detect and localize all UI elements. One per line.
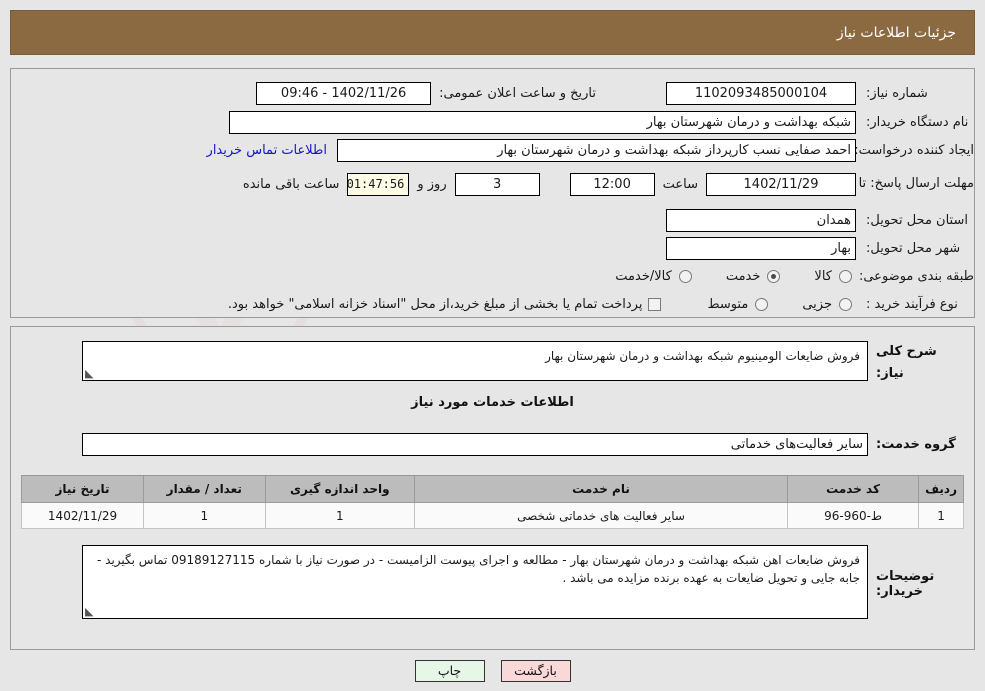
process-radio-group[interactable]: جزیی متوسط [677, 297, 856, 312]
category-label: طبقه بندی موضوعی: [858, 268, 974, 284]
category-label-1: خدمت [725, 268, 761, 284]
remaining-days-value: 3 [454, 172, 540, 196]
category-radio-0[interactable] [839, 269, 852, 283]
row-city: شهر محل تحویل: بهار [11, 235, 974, 261]
buyer-contact-link[interactable]: اطلاعات تماس خریدار [207, 143, 327, 158]
treasury-checkbox[interactable] [648, 297, 662, 311]
page-header: جزئیات اطلاعات نیاز [10, 10, 975, 55]
table-column-header: تعداد / مقدار [143, 475, 266, 503]
resize-grip-icon[interactable]: ◢ [85, 605, 95, 618]
services-heading: اطلاعات خدمات مورد نیاز [411, 395, 574, 410]
row-requester: ایجاد کننده درخواست: احمد صفایی نسب کارپ… [11, 137, 974, 163]
print-button[interactable]: چاپ [414, 659, 485, 682]
need-number-value: 1102093485000104 [666, 81, 856, 105]
service-group-value: سایر فعالیت‌های خدماتی [82, 433, 868, 456]
requester-value: احمد صفایی نسب کارپرداز شبکه بهداشت و در… [337, 138, 856, 162]
process-label: نوع فرآیند خرید : [866, 296, 958, 312]
table-column-header: کد خدمت [786, 475, 920, 503]
hour-label: ساعت [662, 176, 698, 192]
process-label-1: متوسط [707, 296, 749, 312]
category-label-2: کالا/خدمت [615, 268, 672, 284]
days-label: روز و [417, 176, 447, 192]
row-service-group: گروه خدمت: سایر فعالیت‌های خدماتی [21, 433, 964, 456]
process-label-0: جزیی [802, 296, 832, 312]
table-column-header: ردیف [918, 475, 964, 503]
category-radio-2[interactable] [678, 269, 692, 283]
buyer-org-value: شبکه بهداشت و درمان شهرستان بهار [229, 110, 856, 134]
deadline-label: مهلت ارسال پاسخ: تا تاریخ: [824, 176, 974, 191]
general-desc-value: فروش ضایعات الومینیوم شبکه بهداشت و درما… [545, 349, 860, 363]
countdown-timer: 01:47:56 [347, 172, 410, 196]
need-info-panel: شماره نیاز: 1102093485000104 تاریخ و ساع… [10, 68, 975, 318]
row-need-number: شماره نیاز: 1102093485000104 تاریخ و ساع… [11, 80, 974, 106]
table-row: 1 ط-960-96 سایر فعالیت های خدماتی شخصی 1 1 14… [20, 502, 964, 529]
category-radio-group[interactable]: کالا خدمت کالا/خدمت [585, 269, 856, 284]
process-option-1[interactable]: متوسط [707, 297, 772, 312]
table-column-header: تاریخ نیاز [20, 475, 145, 503]
row-province: استان محل تحویل: همدان [11, 207, 974, 233]
table-column-header: واحد اندازه گیری [264, 475, 416, 503]
resize-grip-icon[interactable]: ◢ [85, 367, 95, 380]
row-buyer-org: نام دستگاه خریدار: شبکه بهداشت و درمان ش… [11, 109, 974, 135]
services-table-wrapper: ردیف کد خدمت نام خدمت واحد اندازه گیری تعداد… [20, 475, 964, 529]
process-radio-0[interactable] [839, 297, 852, 311]
row-deadline: مهلت ارسال پاسخ: تا تاریخ: 1402/11/29 سا… [11, 169, 974, 199]
buyer-org-label: نام دستگاه خریدار: [866, 114, 969, 130]
treasury-note-label: پرداخت تمام یا بخشی از مبلغ خرید،از محل … [227, 296, 643, 312]
table-body: 1 ط-960-96 سایر فعالیت های خدماتی شخصی 1 1 14… [20, 502, 964, 529]
table-cell: ط-960-96 [786, 502, 920, 529]
need-details-panel: شرح کلی نیاز: فروش ضایعات الومینیوم شبکه… [10, 326, 975, 650]
page-title: جزئیات اطلاعات نیاز [836, 24, 956, 41]
buyer-notes-value: فروش ضایعات اهن شبکه بهداشت و درمان شهرس… [97, 553, 860, 585]
announce-datetime-value: 1402/11/26 - 09:46 [256, 81, 432, 105]
category-label-0: کالا [814, 268, 832, 284]
deadline-date-value: 1402/11/29 [706, 172, 856, 196]
province-value: همدان [666, 208, 856, 232]
footer-actions: بازگشت چاپ [10, 650, 975, 691]
countdown-label: ساعت باقی مانده [242, 176, 340, 192]
deadline-time-value: 12:00 [569, 172, 655, 196]
category-option-0[interactable]: کالا [814, 269, 856, 284]
category-option-2[interactable]: کالا/خدمت [615, 269, 696, 284]
row-process: نوع فرآیند خرید : جزیی متوسط پرداخت تمام … [11, 291, 974, 317]
table-cell: 1 [264, 502, 416, 529]
buyer-notes-value-box[interactable]: فروش ضایعات اهن شبکه بهداشت و درمان شهرس… [82, 545, 868, 619]
table-cell: 1 [143, 502, 266, 529]
table-cell: 1402/11/29 [20, 502, 145, 529]
service-group-label: گروه خدمت: [876, 437, 956, 452]
announce-datetime-label: تاریخ و ساعت اعلان عمومی: [439, 85, 596, 101]
general-desc-label: شرح کلی نیاز: [876, 344, 937, 381]
process-option-0[interactable]: جزیی [802, 297, 856, 312]
table-header-row: ردیف کد خدمت نام خدمت واحد اندازه گیری تعداد… [20, 475, 964, 503]
table-column-header: نام خدمت [414, 475, 788, 503]
table-cell: 1 [918, 502, 964, 529]
city-label: شهر محل تحویل: [866, 240, 961, 256]
general-desc-value-box[interactable]: فروش ضایعات الومینیوم شبکه بهداشت و درما… [82, 341, 868, 381]
category-option-1[interactable]: خدمت [726, 269, 785, 284]
row-category: طبقه بندی موضوعی: کالا خدمت کالا/خدمت [11, 263, 974, 289]
need-number-label: شماره نیاز: [866, 85, 928, 101]
table-cell: سایر فعالیت های خدماتی شخصی [414, 502, 788, 529]
buyer-notes-label: توضیحات خریدار: [876, 569, 935, 599]
process-radio-1[interactable] [755, 297, 769, 311]
row-general-description: شرح کلی نیاز: فروش ضایعات الومینیوم شبکه… [21, 341, 964, 385]
city-value: بهار [666, 236, 856, 260]
services-table: ردیف کد خدمت نام خدمت واحد اندازه گیری تعداد… [20, 475, 964, 529]
row-buyer-notes: توضیحات خریدار: فروش ضایعات اهن شبکه بهد… [21, 545, 964, 619]
province-label: استان محل تحویل: [866, 212, 968, 228]
category-radio-1[interactable] [767, 269, 781, 283]
back-button[interactable]: بازگشت [500, 659, 571, 682]
requester-label: ایجاد کننده درخواست: [854, 142, 974, 158]
